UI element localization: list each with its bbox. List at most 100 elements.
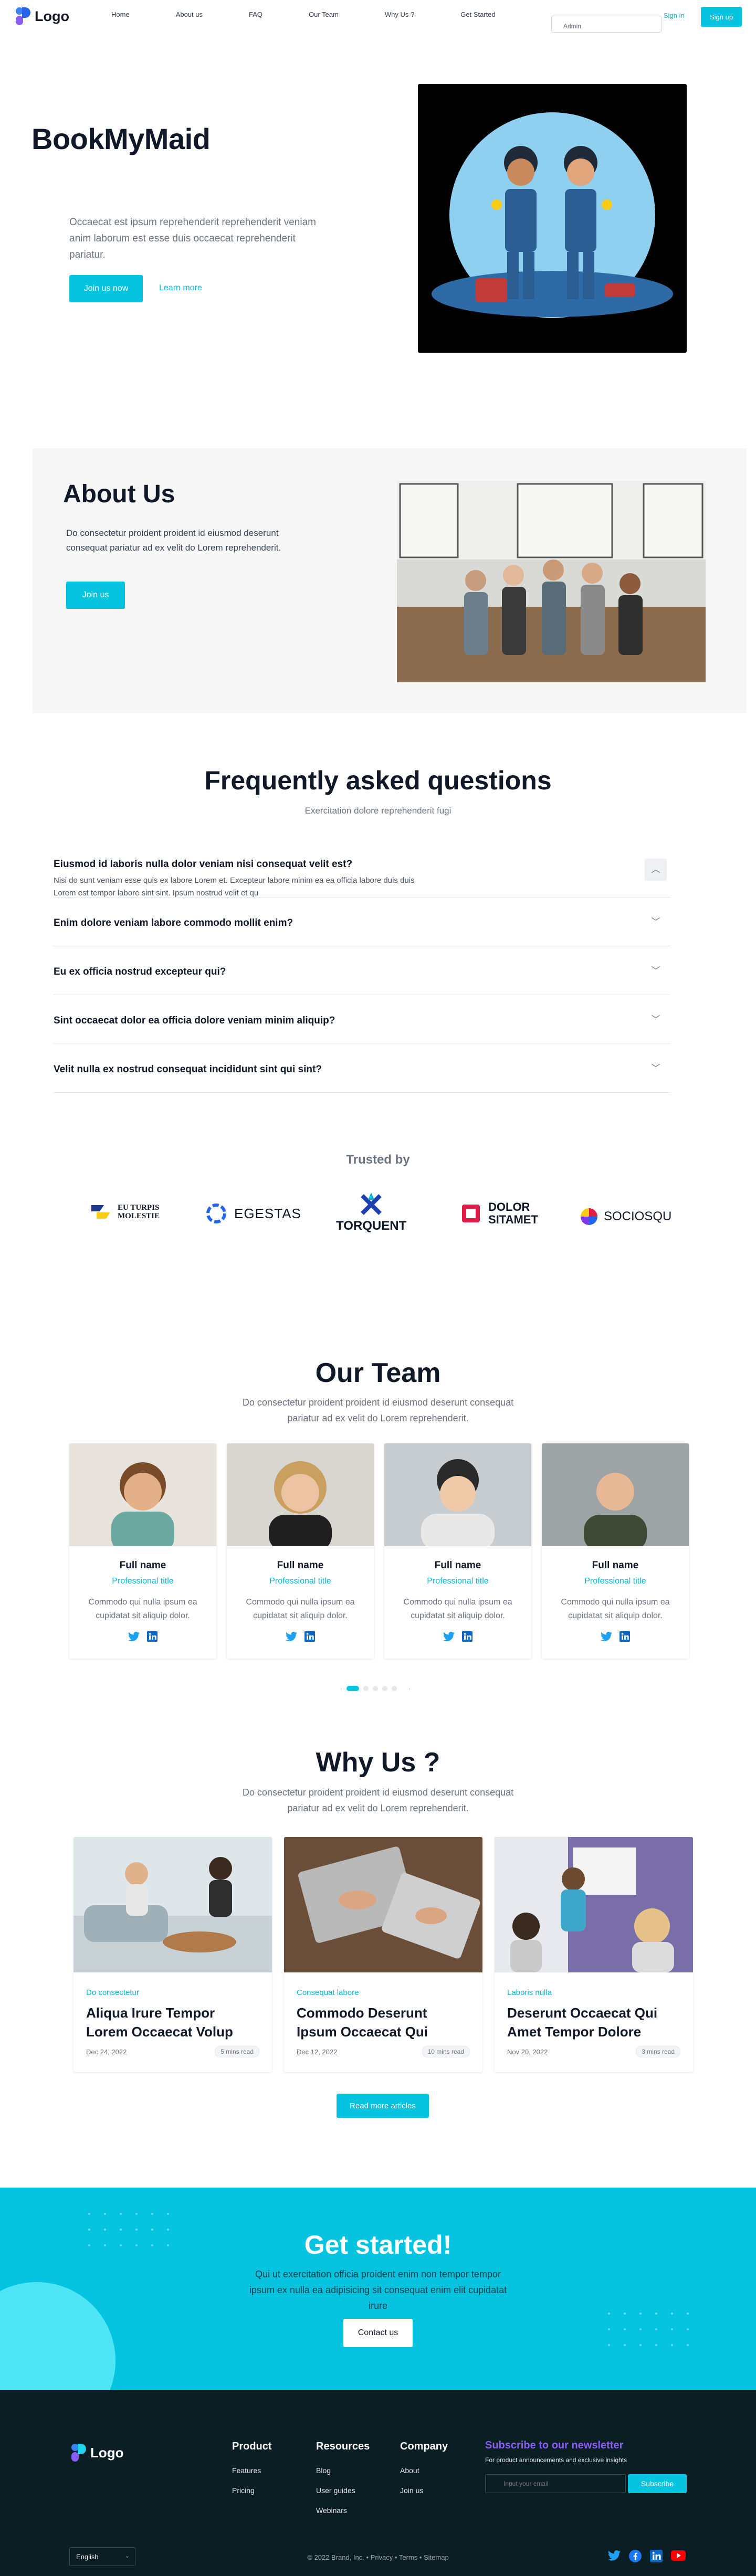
faq-item[interactable]: Enim dolore veniam labore commodo mollit…	[54, 898, 670, 946]
nav-link-about[interactable]: About us	[176, 10, 203, 18]
faq-question: Sint occaecat dolor ea officia dolore ve…	[54, 1015, 335, 1026]
footer: Logo Product Features Pricing Resources …	[0, 2390, 756, 2576]
nav-link-faq[interactable]: FAQ	[249, 10, 262, 18]
linkedin-icon[interactable]	[620, 1631, 630, 1642]
sociosqu-logo-icon	[581, 1208, 597, 1225]
nav-link-why[interactable]: Why Us ?	[385, 10, 414, 18]
faq-subtitle: Exercitation dolore reprehenderit fugi	[304, 806, 452, 816]
youtube-icon[interactable]	[671, 2550, 686, 2561]
get-started-section: Get started! Qui ut exercitation officia…	[0, 2188, 756, 2390]
subscribe-button[interactable]: Subscribe	[628, 2474, 687, 2493]
article-image	[284, 1837, 482, 1972]
search-input[interactable]: Admin	[551, 16, 662, 33]
member-desc: Commodo qui nulla ipsum ea cupidatat sit…	[88, 1598, 197, 1620]
signin-link[interactable]: Sign in	[664, 12, 685, 19]
footer-link[interactable]: Join us	[400, 2486, 448, 2495]
faq-title: Frequently asked questions	[204, 766, 552, 795]
carousel-dots: ‹ ›	[340, 1685, 411, 1692]
team-card: Full name Professional title Commodo qui…	[227, 1443, 374, 1659]
read-more-articles-button[interactable]: Read more articles	[337, 2094, 429, 2118]
article-title[interactable]: Aliqua Irure Tempor Lorem Occaecat Volup	[86, 2003, 259, 2041]
faq-item[interactable]: Velit nulla ex nostrud consequat incidid…	[54, 1044, 670, 1093]
carousel-dot[interactable]	[392, 1686, 397, 1691]
article-card[interactable]: Consequat labore Commodo Deserunt Ipsum …	[284, 1837, 482, 2072]
faq-question: Eu ex officia nostrud excepteur qui?	[54, 966, 226, 977]
team-subtitle: Do consectetur proident proident id eius…	[0, 1395, 756, 1426]
contact-us-button[interactable]: Contact us	[343, 2319, 413, 2347]
footer-column-resources: Resources Blog User guides Webinars	[316, 2441, 370, 2526]
partner-logo: EGESTAS	[204, 1202, 301, 1225]
chevron-up-icon[interactable]: ︿	[645, 859, 667, 881]
chevron-down-icon[interactable]: ﹀	[645, 960, 667, 982]
article-title[interactable]: Deserunt Occaecat Qui Amet Tempor Dolore	[507, 2003, 680, 2041]
linkedin-icon[interactable]	[462, 1631, 472, 1642]
member-social	[542, 1631, 689, 1642]
member-desc: Commodo qui nulla ipsum ea cupidatat sit…	[403, 1598, 512, 1620]
carousel-dot[interactable]	[346, 1686, 359, 1691]
carousel-dot[interactable]	[382, 1686, 387, 1691]
nav-link-get-started[interactable]: Get Started	[460, 10, 495, 18]
article-card[interactable]: Do consectetur Aliqua Irure Tempor Lorem…	[74, 1837, 272, 2072]
article-date: Dec 12, 2022	[297, 2047, 338, 2056]
article-date: Nov 20, 2022	[507, 2047, 548, 2056]
member-photo	[227, 1443, 374, 1546]
about-section: About Us Do consectetur proident proiden…	[33, 448, 747, 713]
faq-item[interactable]: Eiusmod id laboris nulla dolor veniam ni…	[54, 846, 670, 898]
carousel-next-icon[interactable]: ›	[408, 1685, 411, 1692]
twitter-icon[interactable]	[443, 1631, 455, 1642]
footer-link[interactable]: User guides	[316, 2486, 370, 2495]
article-tag[interactable]: Laboris nulla	[507, 1988, 693, 1997]
footer-link[interactable]: Blog	[316, 2466, 370, 2475]
carousel-prev-icon[interactable]: ‹	[340, 1685, 342, 1692]
faq-question: Eiusmod id laboris nulla dolor veniam ni…	[54, 859, 353, 870]
learn-more-link[interactable]: Learn more	[159, 283, 202, 293]
footer-link[interactable]: About	[400, 2466, 448, 2475]
footer-logo[interactable]: Logo	[70, 2443, 124, 2463]
article-tag[interactable]: Do consectetur	[86, 1988, 272, 1997]
get-started-text: Qui ut exercitation officia proident eni…	[249, 2269, 507, 2311]
linkedin-icon[interactable]	[304, 1631, 315, 1642]
footer-link[interactable]: Features	[232, 2466, 272, 2475]
facebook-icon[interactable]	[629, 2550, 642, 2562]
join-us-button[interactable]: Join us	[66, 582, 125, 609]
article-card[interactable]: Laboris nulla Deserunt Occaecat Qui Amet…	[495, 1837, 693, 2072]
faq-item[interactable]: Sint occaecat dolor ea officia dolore ve…	[54, 995, 670, 1044]
join-us-now-button[interactable]: Join us now	[69, 275, 143, 302]
why-subtitle-line1: Do consectetur proident proident id eius…	[242, 1787, 514, 1798]
carousel-dot[interactable]	[363, 1686, 369, 1691]
twitter-icon[interactable]	[286, 1631, 297, 1642]
partner-logo-line1: DOLOR	[488, 1200, 530, 1213]
article-title[interactable]: Commodo Deserunt Ipsum Occaecat Qui	[297, 2003, 470, 2041]
member-role: Professional title	[112, 1577, 174, 1586]
footer-column-product: Product Features Pricing	[232, 2441, 272, 2506]
twitter-icon[interactable]	[128, 1631, 140, 1642]
brand-logo[interactable]: Logo	[15, 6, 69, 26]
chevron-down-icon[interactable]: ﹀	[645, 1058, 667, 1080]
footer-logo-text: Logo	[90, 2444, 124, 2461]
signup-button[interactable]: Sign up	[701, 7, 742, 27]
member-photo	[542, 1443, 689, 1546]
partner-logo: DOLOR SITAMET	[458, 1201, 538, 1226]
footer-social	[608, 2550, 686, 2562]
partner-logo: TORQUENT	[336, 1192, 406, 1233]
member-role: Professional title	[584, 1577, 646, 1586]
chevron-down-icon[interactable]: ﹀	[645, 911, 667, 933]
newsletter-email-input[interactable]	[485, 2474, 626, 2493]
member-social	[384, 1631, 531, 1642]
nav-link-home[interactable]: Home	[111, 10, 130, 18]
linkedin-icon[interactable]	[147, 1631, 158, 1642]
chevron-down-icon[interactable]: ﹀	[645, 1009, 667, 1031]
footer-link[interactable]: Pricing	[232, 2486, 272, 2495]
article-tag[interactable]: Consequat labore	[297, 1988, 482, 1997]
linkedin-icon[interactable]	[650, 2550, 663, 2562]
footer-column-company: Company About Join us	[400, 2441, 448, 2506]
faq-item[interactable]: Eu ex officia nostrud excepteur qui? ﹀	[54, 946, 670, 995]
carousel-dot[interactable]	[373, 1686, 378, 1691]
article-date: Dec 24, 2022	[86, 2047, 127, 2056]
twitter-icon[interactable]	[608, 2550, 621, 2561]
read-time-badge: 3 mins read	[636, 2046, 680, 2057]
footer-link[interactable]: Webinars	[316, 2506, 370, 2515]
member-role: Professional title	[269, 1577, 331, 1586]
twitter-icon[interactable]	[601, 1631, 612, 1642]
nav-link-team[interactable]: Our Team	[309, 10, 339, 18]
